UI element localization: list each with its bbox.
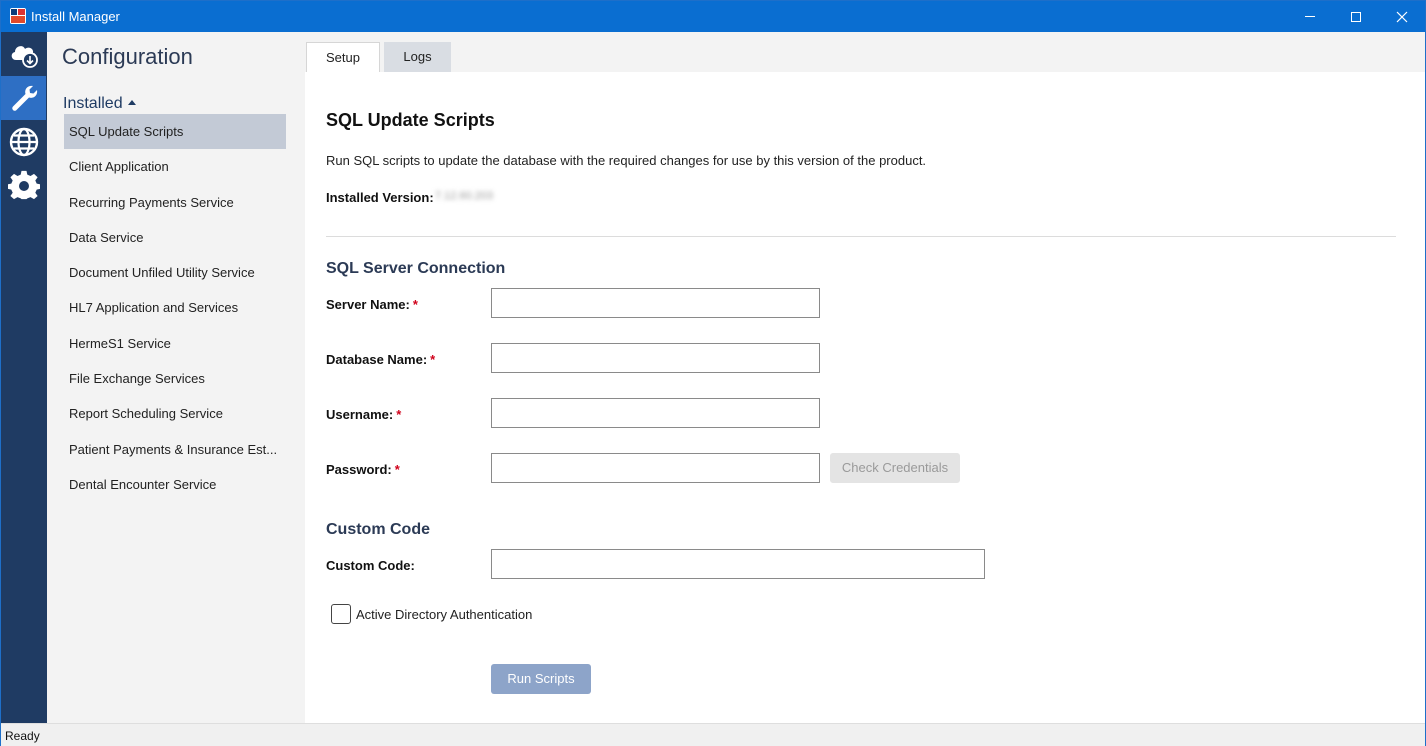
run-scripts-button[interactable]: Run Scripts <box>491 664 591 694</box>
gear-icon[interactable] <box>1 164 46 208</box>
custom-code-label: Custom Code: <box>326 558 415 573</box>
required-marker: * <box>394 462 400 477</box>
setup-panel: SQL Update Scripts Run SQL scripts to up… <box>305 72 1425 723</box>
nav-item-dental-encounter-service[interactable]: Dental Encounter Service <box>64 467 286 502</box>
nav-title: Configuration <box>62 44 193 69</box>
nav-item-file-exchange-services[interactable]: File Exchange Services <box>64 361 286 396</box>
database-name-label: Database Name: * <box>326 352 436 367</box>
nav-list: SQL Update Scripts Client Application Re… <box>64 114 286 502</box>
nav-item-hermes1-service[interactable]: HermeS1 Service <box>64 326 286 361</box>
app-logo-icon <box>10 8 26 24</box>
active-directory-label[interactable]: Active Directory Authentication <box>356 607 532 622</box>
minimize-icon[interactable] <box>1287 1 1333 32</box>
nav-item-hl7-application-and-services[interactable]: HL7 Application and Services <box>64 290 286 325</box>
installed-section-header[interactable]: Installed <box>63 95 136 113</box>
nav-item-patient-payments-insurance[interactable]: Patient Payments & Insurance Est... <box>64 432 286 467</box>
title-bar[interactable]: Install Manager <box>1 1 1425 32</box>
required-marker: * <box>430 352 436 367</box>
configuration-nav: Configuration Installed SQL Update Scrip… <box>47 32 305 723</box>
server-name-label: Server Name: * <box>326 297 418 312</box>
database-name-input[interactable] <box>491 343 820 373</box>
window-title: Install Manager <box>31 9 120 24</box>
nav-item-recurring-payments-service[interactable]: Recurring Payments Service <box>64 185 286 220</box>
nav-item-document-unfiled-utility-service[interactable]: Document Unfiled Utility Service <box>64 255 286 290</box>
status-bar: Ready <box>1 723 1425 746</box>
tab-setup[interactable]: Setup <box>306 42 380 73</box>
icon-rail <box>1 32 47 723</box>
username-input[interactable] <box>491 398 820 428</box>
nav-item-sql-update-scripts[interactable]: SQL Update Scripts <box>64 114 286 150</box>
nav-item-report-scheduling-service[interactable]: Report Scheduling Service <box>64 396 286 431</box>
installed-version-label: Installed Version: <box>326 190 434 205</box>
status-text: Ready <box>5 729 40 743</box>
required-marker: * <box>396 407 402 422</box>
cloud-download-icon[interactable] <box>1 32 46 76</box>
globe-icon[interactable] <box>1 120 46 164</box>
maximize-icon[interactable] <box>1333 1 1379 32</box>
close-icon[interactable] <box>1379 1 1425 32</box>
wrench-icon[interactable] <box>1 76 46 120</box>
sql-server-connection-heading: SQL Server Connection <box>326 260 506 277</box>
nav-item-client-application[interactable]: Client Application <box>64 149 286 184</box>
main-content: Setup Logs SQL Update Scripts Run SQL sc… <box>305 32 1425 723</box>
custom-code-heading: Custom Code <box>326 521 430 538</box>
password-input[interactable] <box>491 453 820 483</box>
installed-version-value: 7.12.60.203 <box>435 190 494 202</box>
caret-up-icon <box>127 100 136 105</box>
username-label: Username: * <box>326 407 402 422</box>
page-description: Run SQL scripts to update the database w… <box>326 153 927 168</box>
page-title: SQL Update Scripts <box>326 110 495 130</box>
server-name-input[interactable] <box>491 288 820 318</box>
active-directory-checkbox[interactable] <box>331 604 351 624</box>
nav-item-data-service[interactable]: Data Service <box>64 220 286 255</box>
check-credentials-button[interactable]: Check Credentials <box>830 453 960 483</box>
section-divider <box>326 236 1396 237</box>
password-label: Password: * <box>326 462 400 477</box>
install-manager-window: Install Manager Configuration Installed … <box>0 0 1426 746</box>
installed-section-label: Installed <box>63 95 123 112</box>
custom-code-input[interactable] <box>491 549 985 579</box>
required-marker: * <box>412 297 418 312</box>
tab-logs[interactable]: Logs <box>384 42 451 72</box>
